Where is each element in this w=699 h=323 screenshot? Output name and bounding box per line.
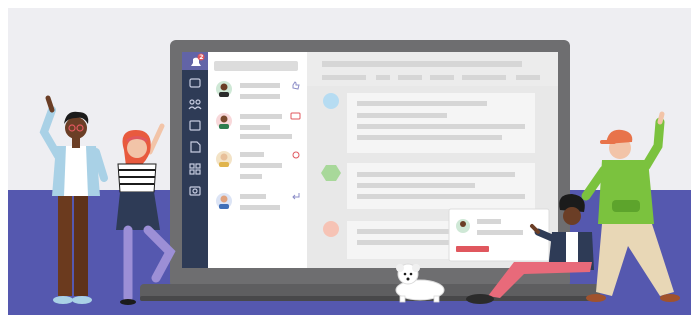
avatar-face [460,221,466,227]
head [65,117,87,139]
chat-list-preview-placeholder [240,205,280,210]
chat-list-preview-placeholder [240,125,270,130]
message-line [357,124,525,129]
message-line [357,172,515,177]
message-line [357,135,502,140]
tab-placeholder[interactable] [398,75,422,80]
chat-list-name-placeholder [240,194,266,199]
app-rail [182,52,208,268]
chat-list-name-placeholder [240,114,282,119]
teams-illustration: 2 [0,0,699,323]
puppy-nose [406,277,410,281]
notification-card[interactable] [448,208,550,262]
tab-placeholder[interactable] [376,75,390,80]
shoe [53,296,73,304]
hand [657,111,665,125]
notification-text-placeholder [477,230,523,235]
avatar-face [220,115,228,123]
puppy-ear [396,264,404,272]
notification-count: 2 [199,54,203,61]
puppy-eye [403,272,407,276]
avatar-shirt [219,92,229,97]
puppy-ear [412,264,420,272]
pants-right [74,196,88,296]
shoe [466,294,494,304]
shirt [566,232,578,262]
shoe [120,299,136,305]
chat-list-name-placeholder [240,83,280,88]
puppy-eye [409,272,413,276]
notification-action-button[interactable] [456,246,489,252]
tab-placeholder[interactable] [462,75,506,80]
chat-list-name-placeholder [240,152,264,157]
notification-name-placeholder [477,219,501,224]
message-line [357,101,487,106]
head [127,138,147,158]
avatar-shirt [219,124,229,129]
tab-placeholder[interactable] [322,75,366,80]
chat-list-preview-placeholder [240,134,292,139]
message-avatar [323,221,339,237]
message-avatar [323,93,339,109]
puppy-leg [399,295,406,303]
chat-list-preview-placeholder [240,163,282,168]
tab-placeholder[interactable] [516,75,540,80]
message-line [357,194,525,199]
message [323,93,535,153]
avatar-face [220,153,228,161]
hoodie [598,160,654,224]
chat-list-preview-placeholder [240,94,280,99]
message-line [357,113,447,118]
puppy-leg [433,295,440,303]
avatar-face [220,195,228,203]
shoe [72,296,92,304]
avatar-shirt [219,204,229,209]
message-line [357,183,475,188]
conversation-header [307,52,558,86]
message-line [357,240,457,245]
cap-brim [600,140,616,144]
shoe [660,294,680,302]
message [321,163,535,209]
shirt [64,146,88,196]
conversation-title-placeholder [322,61,522,67]
tab-placeholder[interactable] [430,75,454,80]
pants-left [58,196,72,296]
neck [72,138,80,148]
chat-list-preview-placeholder [240,174,262,179]
shoe [586,294,606,302]
head [563,207,581,225]
skirt [116,192,160,230]
avatar-face [220,83,228,91]
avatar-shirt [219,162,229,167]
laptop-base-shadow [140,296,600,301]
hoodie-pocket [612,200,640,212]
chat-list-search-bar[interactable] [214,61,298,71]
